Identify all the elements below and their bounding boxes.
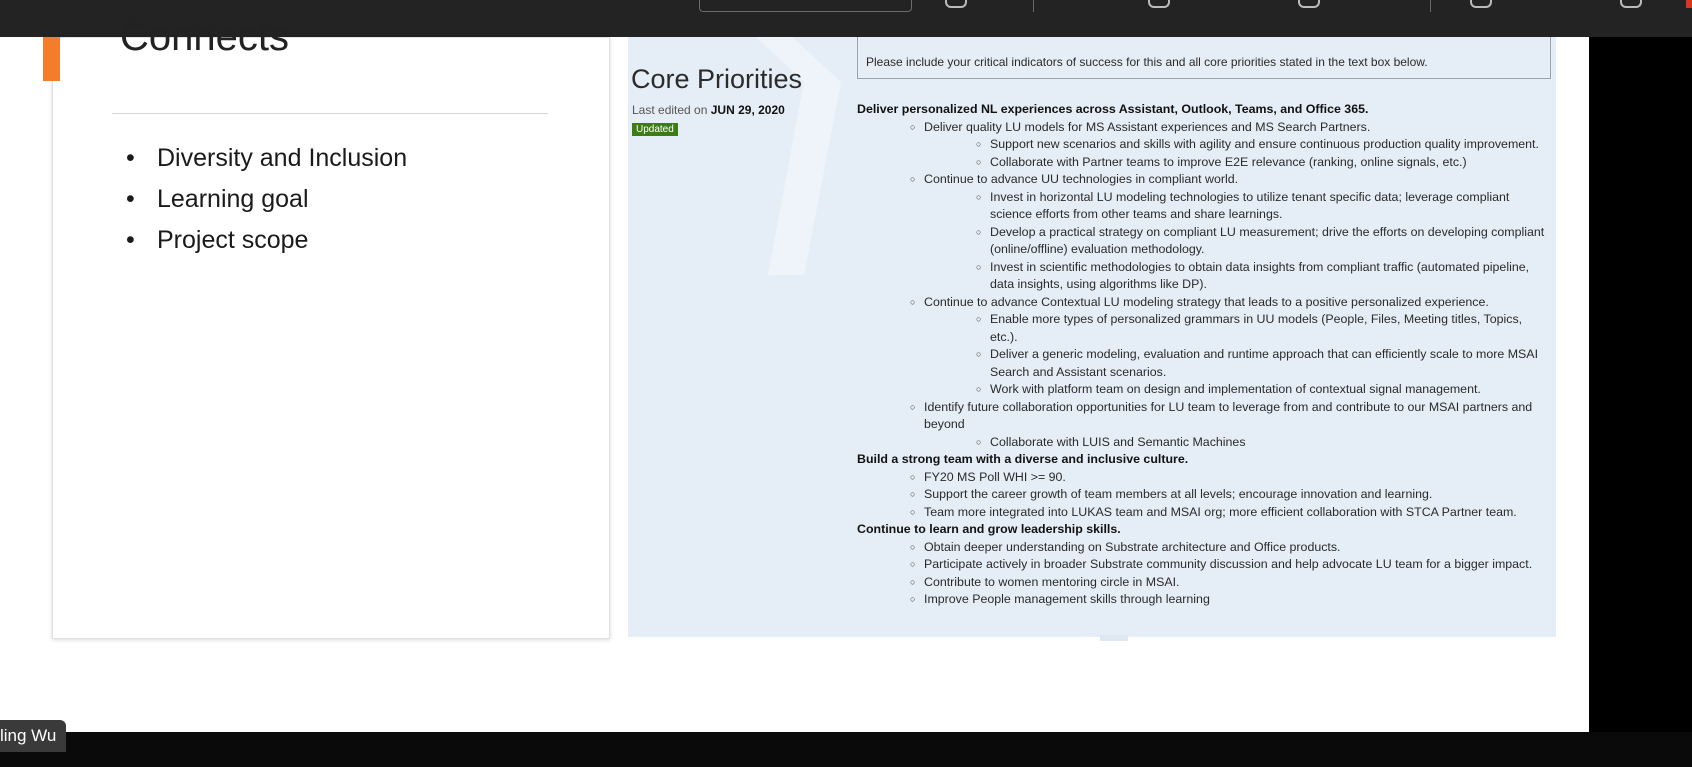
panel-resize-handle[interactable] bbox=[1100, 635, 1128, 641]
priority-item: Identify future collaboration opportunit… bbox=[857, 399, 1553, 434]
bullet-item: Project scope bbox=[126, 225, 407, 266]
right-dark-area bbox=[1589, 37, 1692, 767]
priority-item: Invest in scientific methodologies to ob… bbox=[857, 259, 1553, 294]
priority-item: Continue to advance Contextual LU modeli… bbox=[857, 294, 1553, 312]
priority-item: Work with platform team on design and im… bbox=[857, 381, 1553, 399]
slide-title: Connects bbox=[120, 15, 289, 59]
last-edited-date: JUN 29, 2020 bbox=[710, 103, 785, 117]
updated-badge: Updated bbox=[632, 123, 678, 136]
core-priorities-heading: Core Priorities bbox=[631, 64, 803, 94]
priority-item: Deliver quality LU models for MS Assista… bbox=[857, 119, 1553, 137]
more-options-icon[interactable] bbox=[1298, 0, 1320, 8]
toolbar-separator bbox=[1430, 0, 1431, 12]
priority-item: Deliver a generic modeling, evaluation a… bbox=[857, 346, 1553, 381]
bullet-item: Learning goal bbox=[126, 184, 407, 225]
bottom-bar bbox=[0, 732, 1692, 767]
slide-card bbox=[52, 37, 610, 639]
participant-name-tag: ling Wu bbox=[0, 720, 67, 752]
toolbar-separator bbox=[1033, 0, 1034, 12]
priority-item: Improve People management skills through… bbox=[857, 591, 1553, 609]
note-text: Please include your critical indicators … bbox=[866, 55, 1428, 69]
expand-icon[interactable] bbox=[945, 0, 967, 8]
toolbar-search-box[interactable] bbox=[699, 0, 912, 12]
last-edited-label: Last edited on bbox=[632, 103, 708, 117]
priority-heading: Deliver personalized NL experiences acro… bbox=[857, 102, 1369, 116]
priority-item: Collaborate with Partner teams to improv… bbox=[857, 154, 1553, 172]
priority-item: Invest in horizontal LU modeling technol… bbox=[857, 189, 1553, 224]
bullet-item: Diversity and Inclusion bbox=[126, 143, 407, 184]
priority-item: Obtain deeper understanding on Substrate… bbox=[857, 539, 1553, 557]
priority-item: Collaborate with LUIS and Semantic Machi… bbox=[857, 434, 1553, 452]
priority-item: Contribute to women mentoring circle in … bbox=[857, 574, 1553, 592]
priority-item: Develop a practical strategy on complian… bbox=[857, 224, 1553, 259]
shared-slide-canvas: Connects Diversity and Inclusion Learnin… bbox=[0, 15, 1589, 732]
priorities-list: Deliver personalized NL experiences acro… bbox=[857, 101, 1553, 609]
priority-item: Team more integrated into LUKAS team and… bbox=[857, 504, 1553, 522]
reactions-icon[interactable] bbox=[1148, 0, 1170, 8]
share-icon[interactable] bbox=[1470, 0, 1492, 8]
leave-icon[interactable] bbox=[1620, 0, 1642, 8]
priority-item: Support new scenarios and skills with ag… bbox=[857, 136, 1553, 154]
last-edited: Last edited on JUN 29, 2020 bbox=[632, 103, 785, 117]
title-divider bbox=[112, 113, 548, 114]
core-priorities-screenshot: Please include your critical indicators … bbox=[628, 37, 1556, 637]
priority-item: Participate actively in broader Substrat… bbox=[857, 556, 1553, 574]
priority-heading: Build a strong team with a diverse and i… bbox=[857, 452, 1189, 466]
priority-heading: Continue to learn and grow leadership sk… bbox=[857, 522, 1121, 536]
priority-item: Continue to advance UU technologies in c… bbox=[857, 171, 1553, 189]
slide-accent-bar bbox=[43, 37, 60, 81]
leave-button[interactable] bbox=[1686, 0, 1692, 8]
priority-item: FY20 MS Poll WHI >= 90. bbox=[857, 469, 1553, 487]
slide-bullet-list: Diversity and Inclusion Learning goal Pr… bbox=[126, 143, 407, 266]
priority-item: Enable more types of personalized gramma… bbox=[857, 311, 1553, 346]
priority-item: Support the career growth of team member… bbox=[857, 486, 1553, 504]
